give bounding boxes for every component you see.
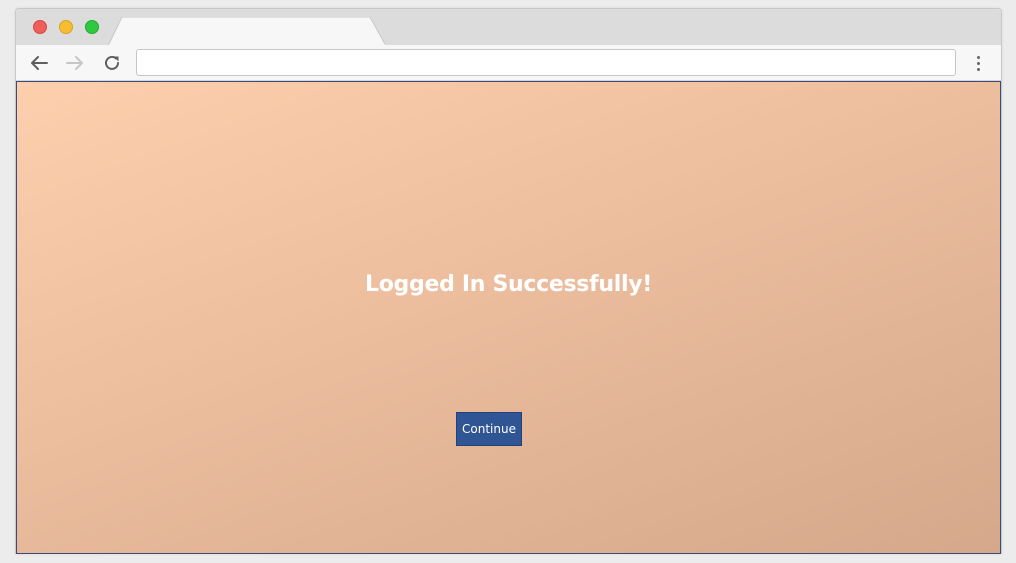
maximize-window-button[interactable]: [85, 20, 99, 34]
page-viewport: Logged In Successfully! Continue: [16, 81, 1001, 554]
forward-button[interactable]: [64, 52, 86, 74]
arrow-left-icon: [31, 56, 48, 70]
continue-button[interactable]: Continue: [456, 412, 522, 446]
arrow-right-icon: [66, 56, 83, 70]
close-window-button[interactable]: [33, 20, 47, 34]
browser-window: Logged In Successfully! Continue: [15, 8, 1002, 554]
tab-shape: [108, 17, 387, 46]
reload-icon: [105, 55, 119, 70]
vertical-ellipsis-icon: [976, 67, 980, 71]
vertical-ellipsis-icon: [976, 55, 980, 59]
reload-button[interactable]: [101, 52, 123, 74]
address-bar[interactable]: [136, 49, 956, 76]
back-button[interactable]: [28, 52, 50, 74]
success-heading: Logged In Successfully!: [365, 272, 652, 297]
browser-toolbar: [16, 45, 1001, 81]
minimize-window-button[interactable]: [59, 20, 73, 34]
tab-bar: [16, 9, 1001, 46]
browser-menu-button[interactable]: [971, 53, 985, 73]
vertical-ellipsis-icon: [976, 61, 980, 65]
browser-tab[interactable]: [108, 17, 388, 46]
